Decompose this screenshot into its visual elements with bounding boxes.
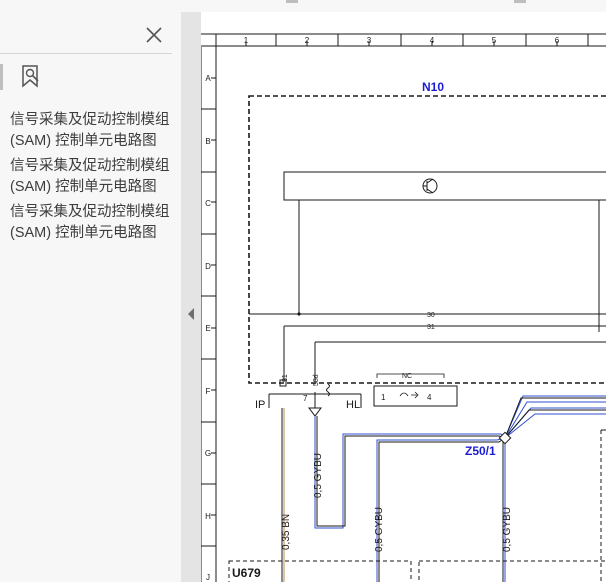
- column-label: 2: [305, 36, 310, 45]
- chevron-left-icon[interactable]: [188, 308, 194, 320]
- module-label: N10: [422, 80, 444, 94]
- bookmark-item[interactable]: 信号采集及促动控制模组 (SAM) 控制单元电路图: [10, 156, 180, 198]
- bookmark-label-line2: (SAM) 控制单元电路图: [10, 179, 157, 195]
- bookmark-label-line1: 信号采集及促动控制模组: [10, 112, 170, 128]
- row-label: F: [206, 387, 211, 396]
- control-unit-block: [283, 171, 606, 201]
- connector-ip-label: IP: [255, 399, 265, 411]
- hl-switch-block: [373, 385, 458, 407]
- toolbar-icon-fragment: [286, 0, 298, 3]
- pin-label: 7: [303, 394, 308, 403]
- top-toolbar-strip: [0, 0, 606, 12]
- column-ticks: [245, 34, 589, 46]
- document-page: 1 2 3 4 5 6 A B C D E F G H J N10 30 31 …: [201, 12, 606, 582]
- transistor-icon: [422, 178, 438, 194]
- bookmark-label-line1: 信号采集及促动控制模组: [10, 158, 170, 174]
- close-icon[interactable]: [143, 24, 165, 46]
- row-label: E: [205, 324, 210, 333]
- toolbar-icon-fragment: [514, 0, 526, 3]
- pin-label: 4: [427, 393, 432, 402]
- bookmark-label-line2: (SAM) 控制单元电路图: [10, 225, 157, 241]
- wire-label: 0,5 GYBU: [502, 507, 513, 552]
- bookmarks-panel: 信号采集及促动控制模组 (SAM) 控制单元电路图 信号采集及促动控制模组 (S…: [0, 12, 181, 582]
- wire-label: 0,5 GYBU: [374, 507, 385, 552]
- wire-bundle-dark: [316, 397, 606, 582]
- column-label: 5: [492, 36, 497, 45]
- bookmark-item[interactable]: 信号采集及促动控制模组 (SAM) 控制单元电路图: [10, 110, 180, 152]
- connector-z50-label: Z50/1: [465, 444, 496, 458]
- column-label: 1: [244, 36, 249, 45]
- component-u679-label: U679: [232, 566, 261, 580]
- column-label: 4: [430, 36, 435, 45]
- bookmark-icon[interactable]: [20, 64, 44, 90]
- column-label: 3: [367, 36, 372, 45]
- pin-label: 31: [427, 324, 435, 331]
- bookmark-item[interactable]: 信号采集及促动控制模组 (SAM) 控制单元电路图: [10, 202, 180, 244]
- bookmark-label-line1: 信号采集及促动控制模组: [10, 204, 170, 220]
- toolbar-edge: [0, 64, 3, 90]
- wire-bundle: [314, 395, 606, 582]
- bookmark-label-line2: (SAM) 控制单元电路图: [10, 133, 157, 149]
- bookmark-list: 信号采集及促动控制模组 (SAM) 控制单元电路图 信号采集及促动控制模组 (S…: [10, 110, 180, 248]
- module-n10-boundary: [248, 95, 606, 384]
- component-boundary: [418, 560, 606, 582]
- row-label: B: [205, 137, 210, 146]
- row-label: G: [205, 449, 211, 458]
- pin-label: 1: [381, 393, 386, 402]
- wire-label: 0,35 BN: [281, 514, 292, 550]
- wiring-diagram: 1 2 3 4 5 6 A B C D E F G H J N10 30 31 …: [201, 33, 606, 582]
- connector-hl-label: HL: [346, 399, 360, 411]
- pin-label: 30: [427, 312, 435, 319]
- panel-splitter[interactable]: [181, 12, 201, 582]
- row-label: J: [206, 573, 210, 582]
- pin-label: 58d: [313, 374, 320, 386]
- row-label: D: [205, 262, 211, 271]
- row-label: A: [205, 74, 211, 83]
- wire-label: 0,5 GYBU: [313, 453, 324, 498]
- row-ticks: [201, 77, 216, 547]
- switch-icon: [399, 391, 419, 399]
- panel-divider: [0, 53, 172, 54]
- row-label: C: [205, 199, 211, 208]
- row-label: H: [205, 512, 211, 521]
- ground-icon: [308, 407, 322, 417]
- column-label: 6: [555, 36, 560, 45]
